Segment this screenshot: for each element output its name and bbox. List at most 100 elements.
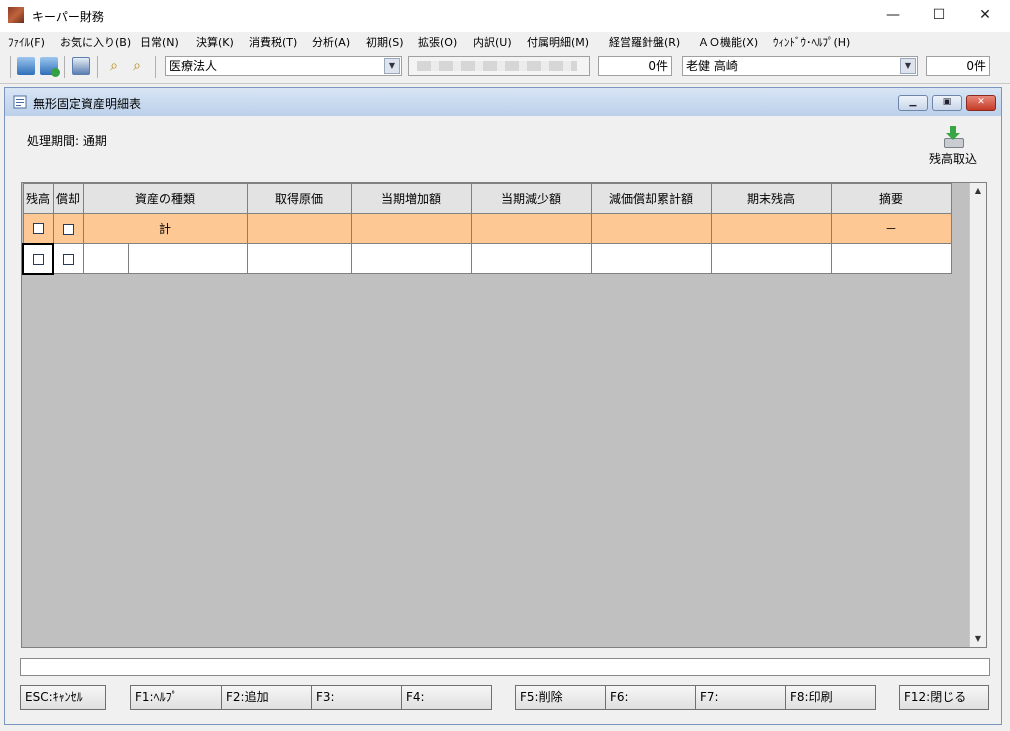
header-period-increase: 当期増加額 bbox=[350, 183, 472, 214]
toolbar: ⌕ ⌕ 医療法人 ▼ 0件 老健 高崎 ▼ 0件 bbox=[0, 51, 1010, 84]
asset-grid: 残高 償却 資産の種類 取得原価 当期増加額 当期減少額 減価償却累計額 期末残… bbox=[21, 182, 987, 648]
esc-cancel-button[interactable]: ESC:ｷｬﾝｾﾙ bbox=[20, 685, 106, 710]
monitor-icon[interactable] bbox=[17, 57, 35, 75]
asset-table: 残高 償却 資産の種類 取得原価 当期増加額 当期減少額 減価償却累計額 期末残… bbox=[22, 183, 952, 275]
menu-window-help[interactable]: ｳｨﾝﾄﾞｳ･ﾍﾙﾌﾟ(H) bbox=[773, 34, 850, 50]
minimize-button[interactable]: — bbox=[870, 0, 916, 30]
toolbar-separator bbox=[64, 56, 65, 78]
corporation-type-select[interactable]: 医療法人 ▼ bbox=[165, 56, 402, 76]
toolbar-separator bbox=[155, 56, 156, 78]
total-notes: － bbox=[830, 213, 952, 244]
scroll-up-icon[interactable]: ▲ bbox=[970, 183, 986, 199]
header-row: 残高 償却 資産の種類 取得原価 当期増加額 当期減少額 減価償却累計額 期末残… bbox=[22, 183, 952, 214]
vertical-scrollbar[interactable]: ▲ ▼ bbox=[969, 183, 986, 647]
menu-analysis[interactable]: 分析(A) bbox=[312, 34, 350, 50]
f4-button[interactable]: F4: bbox=[401, 685, 492, 710]
blurred-content bbox=[417, 61, 577, 71]
intangible-assets-window: 無形固定資産明細表 ▁ ▣ ✕ 処理期間: 通期 残高取込 残高 償却 資産の種… bbox=[4, 87, 1002, 725]
toolbar-separator bbox=[10, 56, 11, 78]
child-close-button[interactable]: ✕ bbox=[966, 95, 996, 111]
total-acquisition-cost bbox=[246, 213, 352, 244]
count-field-2: 0件 bbox=[926, 56, 990, 76]
input-notes[interactable] bbox=[830, 243, 952, 274]
f5-delete-button[interactable]: F5:削除 bbox=[515, 685, 606, 710]
input-depreciation-cell[interactable] bbox=[52, 243, 84, 274]
monitor-add-icon[interactable] bbox=[40, 57, 60, 77]
menu-file[interactable]: ﾌｧｲﾙ(F) bbox=[8, 34, 45, 50]
menu-consumption-tax[interactable]: 消費税(T) bbox=[249, 34, 297, 50]
checkbox[interactable] bbox=[32, 223, 44, 235]
f12-close-button[interactable]: F12:閉じる bbox=[899, 685, 989, 710]
close-window-button[interactable]: ✕ bbox=[962, 0, 1008, 30]
checkbox[interactable] bbox=[62, 223, 74, 235]
child-window-title: 無形固定資産明細表 bbox=[33, 97, 142, 111]
header-acquisition-cost: 取得原価 bbox=[246, 183, 352, 214]
corporation-type-value: 医療法人 bbox=[169, 59, 218, 73]
total-depreciation-cell[interactable] bbox=[52, 213, 84, 244]
total-balance-cell[interactable] bbox=[22, 213, 54, 244]
menu-attached-details[interactable]: 付属明細(M) bbox=[527, 34, 589, 50]
checkbox[interactable] bbox=[62, 253, 74, 265]
input-row bbox=[22, 242, 952, 275]
header-period-decrease: 当期減少額 bbox=[470, 183, 592, 214]
chevron-down-icon[interactable]: ▼ bbox=[384, 58, 400, 74]
picture-icon[interactable] bbox=[72, 57, 90, 75]
total-label: 計 bbox=[82, 213, 248, 244]
menu-ao-functions[interactable]: ＡＯ機能(X) bbox=[698, 34, 758, 50]
f6-button[interactable]: F6: bbox=[605, 685, 696, 710]
scroll-down-icon[interactable]: ▼ bbox=[970, 631, 986, 647]
total-period-increase bbox=[350, 213, 472, 244]
f7-button[interactable]: F7: bbox=[695, 685, 786, 710]
input-acquisition-cost[interactable] bbox=[246, 243, 352, 274]
zoom-in-icon[interactable]: ⌕ bbox=[105, 57, 123, 75]
company-name-field[interactable] bbox=[408, 56, 590, 76]
title-bar: キーパー財務 — ☐ ✕ bbox=[0, 0, 1010, 32]
input-ending-balance[interactable] bbox=[710, 243, 832, 274]
input-asset-code[interactable] bbox=[82, 243, 129, 274]
f3-button[interactable]: F3: bbox=[311, 685, 402, 710]
menu-breakdown[interactable]: 内訳(U) bbox=[473, 34, 512, 50]
header-ending-balance: 期末残高 bbox=[710, 183, 832, 214]
menu-initial[interactable]: 初期(S) bbox=[366, 34, 404, 50]
input-period-decrease[interactable] bbox=[470, 243, 592, 274]
total-row: 計 － bbox=[22, 213, 952, 244]
menu-bar: ﾌｧｲﾙ(F) お気に入り(B) 日常(N) 決算(K) 消費税(T) 分析(A… bbox=[0, 32, 1010, 51]
f2-add-button[interactable]: F2:追加 bbox=[221, 685, 312, 710]
child-minimize-button[interactable]: ▁ bbox=[898, 95, 928, 111]
processing-period-label: 処理期間: 通期 bbox=[27, 134, 107, 148]
header-asset-type: 資産の種類 bbox=[82, 183, 248, 214]
total-period-decrease bbox=[470, 213, 592, 244]
toolbar-separator bbox=[97, 56, 98, 78]
menu-favorites[interactable]: お気に入り(B) bbox=[60, 34, 131, 50]
child-title-bar: 無形固定資産明細表 ▁ ▣ ✕ bbox=[5, 88, 1001, 116]
f8-print-button[interactable]: F8:印刷 bbox=[785, 685, 876, 710]
balance-import-button[interactable]: 残高取込 bbox=[923, 126, 983, 170]
header-accumulated-depreciation: 減価償却累計額 bbox=[590, 183, 712, 214]
menu-daily[interactable]: 日常(N) bbox=[140, 34, 179, 50]
input-balance-cell[interactable] bbox=[22, 242, 54, 275]
child-restore-button[interactable]: ▣ bbox=[932, 95, 962, 111]
header-depreciation: 償却 bbox=[52, 183, 84, 214]
document-icon bbox=[13, 95, 27, 109]
header-notes: 摘要 bbox=[830, 183, 952, 214]
maximize-button[interactable]: ☐ bbox=[916, 0, 962, 30]
input-period-increase[interactable] bbox=[350, 243, 472, 274]
user-select-value: 老健 高崎 bbox=[686, 59, 738, 73]
menu-extension[interactable]: 拡張(O) bbox=[418, 34, 457, 50]
count-field-1: 0件 bbox=[598, 56, 672, 76]
app-icon bbox=[8, 7, 24, 23]
checkbox[interactable] bbox=[32, 253, 44, 265]
window-title: キーパー財務 bbox=[32, 10, 104, 24]
chevron-down-icon[interactable]: ▼ bbox=[900, 58, 916, 74]
total-ending-balance bbox=[710, 213, 832, 244]
input-asset-name[interactable] bbox=[127, 243, 248, 274]
menu-management-compass[interactable]: 経営羅針盤(R) bbox=[609, 34, 680, 50]
status-bar bbox=[20, 658, 990, 676]
input-accumulated-depreciation[interactable] bbox=[590, 243, 712, 274]
menu-closing[interactable]: 決算(K) bbox=[196, 34, 234, 50]
zoom-out-icon[interactable]: ⌕ bbox=[128, 57, 146, 75]
balance-import-label: 残高取込 bbox=[928, 152, 977, 166]
header-balance: 残高 bbox=[22, 183, 54, 214]
f1-help-button[interactable]: F1:ﾍﾙﾌﾟ bbox=[130, 685, 222, 710]
user-select[interactable]: 老健 高崎 ▼ bbox=[682, 56, 918, 76]
